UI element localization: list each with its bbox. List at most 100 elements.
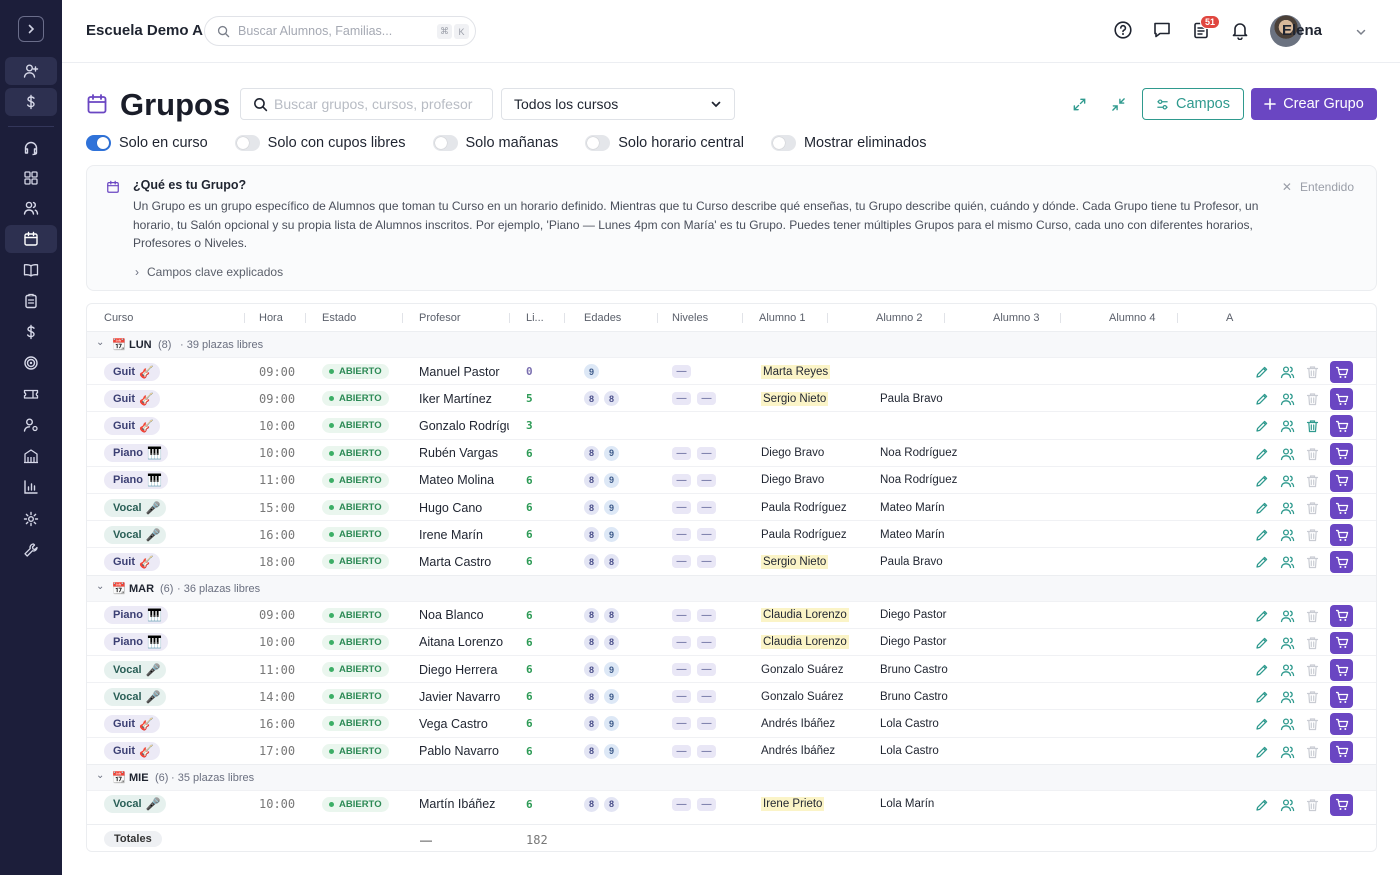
trash-icon[interactable] (1306, 609, 1319, 623)
trash-icon[interactable] (1306, 663, 1319, 677)
student-1-cell[interactable]: Gonzalo Suárez (761, 656, 873, 683)
student-2-cell[interactable] (880, 358, 992, 385)
column-header[interactable]: Edades (584, 312, 621, 324)
students-icon[interactable] (1280, 447, 1295, 461)
group-search-field[interactable] (240, 88, 493, 120)
trash-icon[interactable] (1306, 745, 1319, 759)
filter-toggle[interactable]: Solo con cupos libres (234, 135, 406, 151)
column-divider[interactable] (402, 313, 403, 323)
edit-icon[interactable] (1255, 717, 1269, 731)
key-fields-toggle[interactable]: › Campos clave explicados (135, 265, 283, 279)
course-chip[interactable]: Vocal 🎤 (104, 660, 167, 679)
table-row[interactable]: Guit 🎸 09:00 ABIERTO Manuel Pastor 0 9 — Marta R… (87, 357, 1376, 384)
group-header[interactable]: ⌄ 📆 LUN (8) · 39 plazas libres (87, 331, 1376, 357)
filter-toggle[interactable]: Solo horario central (585, 135, 744, 151)
student-2-cell[interactable]: Lola Castro (880, 710, 992, 737)
column-header[interactable]: Estado (322, 312, 356, 324)
column-divider[interactable] (742, 313, 743, 323)
course-chip[interactable]: Vocal 🎤 (104, 525, 167, 544)
course-chip[interactable]: Vocal 🎤 (104, 687, 167, 706)
student-2-cell[interactable]: Bruno Castro (880, 656, 992, 683)
course-chip[interactable]: Piano 🎹 (104, 633, 168, 652)
column-header[interactable]: Profesor (419, 312, 461, 324)
filter-toggle[interactable]: Mostrar eliminados (770, 135, 926, 151)
teacher-cell[interactable]: Diego Herrera (419, 656, 509, 683)
column-divider[interactable] (827, 313, 828, 323)
teacher-cell[interactable]: Irene Marín (419, 521, 509, 548)
column-header[interactable]: Alumno 3 (993, 312, 1039, 324)
sidebar-item-attendance[interactable] (5, 287, 57, 315)
trash-icon[interactable] (1306, 636, 1319, 650)
add-to-cart-button[interactable] (1330, 469, 1353, 492)
column-divider[interactable] (1060, 313, 1061, 323)
students-icon[interactable] (1280, 419, 1295, 433)
edit-icon[interactable] (1255, 528, 1269, 542)
collapse-icon[interactable] (1111, 97, 1126, 112)
sidebar-item-add-student[interactable] (5, 57, 57, 85)
dismiss-info-button[interactable]: ✕ Entendido (1282, 180, 1354, 194)
column-header[interactable]: Curso (104, 312, 133, 324)
bell-icon[interactable] (1230, 20, 1252, 42)
add-to-cart-button[interactable] (1330, 740, 1353, 763)
table-row[interactable]: Vocal 🎤 11:00 ABIERTO Diego Herrera 6 8 9— — Gonz… (87, 655, 1376, 682)
teacher-cell[interactable]: Hugo Cano (419, 494, 509, 521)
trash-icon[interactable] (1306, 501, 1319, 515)
column-header[interactable]: Alumno 2 (876, 312, 922, 324)
table-row[interactable]: Guit 🎸 10:00 ABIERTO Gonzalo Rodríguez 3 (87, 411, 1376, 438)
column-divider[interactable] (564, 313, 565, 323)
sidebar-item-dashboard[interactable] (5, 164, 57, 192)
table-row[interactable]: Piano 🎹 10:00 ABIERTO Aitana Lorenzo 6 8 8— — Cla… (87, 627, 1376, 655)
students-icon[interactable] (1280, 690, 1295, 704)
help-icon[interactable] (1113, 20, 1135, 42)
student-1-cell[interactable]: Diego Bravo (761, 440, 873, 467)
trash-icon[interactable] (1306, 419, 1319, 433)
students-icon[interactable] (1280, 474, 1295, 488)
table-row[interactable]: Piano 🎹 11:00 ABIERTO Mateo Molina 6 8 9— — Diego… (87, 465, 1376, 493)
student-2-cell[interactable]: Paula Bravo (880, 385, 992, 412)
students-icon[interactable] (1280, 365, 1295, 379)
toggle-switch[interactable] (770, 135, 796, 151)
filter-toggle[interactable]: Solo mañanas (432, 135, 558, 151)
trash-icon[interactable] (1306, 555, 1319, 569)
students-icon[interactable] (1280, 392, 1295, 406)
sidebar-item-students[interactable] (5, 194, 57, 222)
edit-icon[interactable] (1255, 798, 1269, 812)
student-1-cell[interactable]: Sergio Nieto (761, 548, 873, 575)
trash-icon[interactable] (1306, 392, 1319, 406)
sidebar-item-reports[interactable] (5, 473, 57, 501)
trash-icon[interactable] (1306, 717, 1319, 731)
sidebar-item-courses[interactable] (5, 256, 57, 284)
student-1-cell[interactable]: Gonzalo Suárez (761, 683, 873, 710)
toggle-switch[interactable] (585, 135, 611, 151)
sidebar-item-school[interactable] (5, 442, 57, 470)
messages-icon[interactable] (1152, 20, 1174, 42)
add-to-cart-button[interactable] (1330, 713, 1353, 736)
student-1-cell[interactable]: Marta Reyes (761, 358, 873, 385)
edit-icon[interactable] (1255, 419, 1269, 433)
column-divider[interactable] (657, 313, 658, 323)
trash-icon[interactable] (1306, 690, 1319, 704)
sidebar-item-goals[interactable] (5, 349, 57, 377)
student-2-cell[interactable]: Noa Rodríguez (880, 440, 992, 467)
toggle-switch[interactable] (234, 135, 260, 151)
edit-icon[interactable] (1255, 501, 1269, 515)
add-to-cart-button[interactable] (1330, 604, 1353, 627)
global-search[interactable]: Buscar Alumnos, Familias... ⌘ K (204, 16, 476, 46)
teacher-cell[interactable]: Pablo Navarro (419, 738, 509, 765)
course-chip[interactable]: Guit 🎸 (104, 742, 160, 761)
student-2-cell[interactable]: Diego Pastor (880, 602, 992, 629)
sidebar-item-staff[interactable] (5, 411, 57, 439)
table-row[interactable]: Vocal 🎤 10:00 ABIERTO Martín Ibáñez 6 8 8— — Iren… (87, 789, 1376, 817)
column-header[interactable]: Niveles (672, 312, 708, 324)
course-chip[interactable]: Guit 🎸 (104, 389, 160, 408)
sidebar-item-billing[interactable] (5, 318, 57, 346)
column-header[interactable]: Li... (526, 312, 544, 324)
toggle-switch[interactable] (432, 135, 458, 151)
edit-icon[interactable] (1255, 609, 1269, 623)
teacher-cell[interactable]: Javier Navarro (419, 683, 509, 710)
edit-icon[interactable] (1255, 690, 1269, 704)
sidebar-item-payments[interactable] (5, 88, 57, 116)
course-chip[interactable]: Vocal 🎤 (104, 795, 167, 814)
student-2-cell[interactable]: Mateo Marín (880, 521, 992, 548)
add-to-cart-button[interactable] (1330, 442, 1353, 465)
